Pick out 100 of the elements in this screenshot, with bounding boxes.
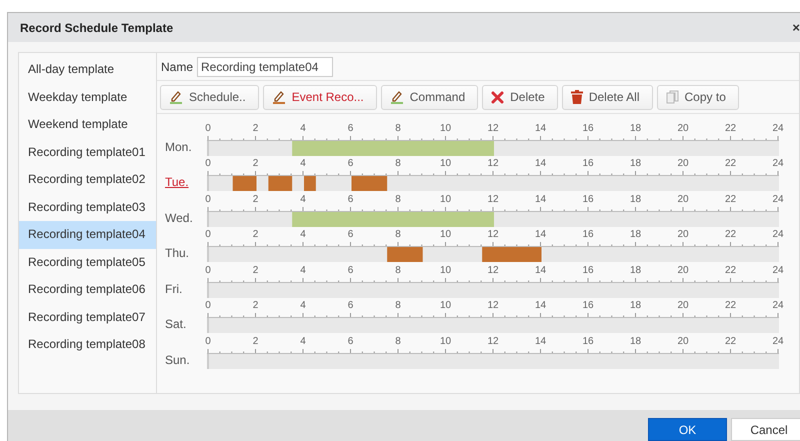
hour-label: 8 bbox=[395, 336, 401, 346]
schedule-segment[interactable] bbox=[387, 247, 423, 262]
hour-label: 22 bbox=[724, 158, 736, 169]
hour-label: 20 bbox=[677, 122, 689, 134]
pencil-icon bbox=[390, 90, 404, 104]
hour-label: 12 bbox=[487, 300, 499, 311]
template-item[interactable]: Recording template02 bbox=[19, 166, 156, 194]
hour-label: 24 bbox=[772, 229, 784, 240]
hour-label: 0 bbox=[205, 264, 211, 276]
timeline-bar[interactable] bbox=[207, 212, 779, 226]
hour-label: 6 bbox=[348, 264, 354, 276]
hour-label: 22 bbox=[724, 194, 736, 204]
dialog-title: Record Schedule Template bbox=[20, 20, 174, 34]
hour-label: 14 bbox=[534, 264, 546, 276]
toolbar-button[interactable]: Delete bbox=[482, 84, 558, 110]
hour-label: 12 bbox=[487, 194, 499, 204]
schedule-segment[interactable] bbox=[292, 212, 494, 226]
hour-label: 12 bbox=[487, 264, 499, 276]
template-item[interactable]: Recording template05 bbox=[19, 248, 156, 276]
hour-label: 20 bbox=[677, 194, 689, 204]
day-label[interactable]: Sun. bbox=[165, 352, 207, 368]
hour-label: 0 bbox=[205, 122, 211, 134]
ok-button[interactable]: OK bbox=[648, 418, 727, 441]
day-label[interactable]: Sat. bbox=[165, 317, 207, 333]
hour-label: 24 bbox=[772, 336, 784, 346]
hour-label: 2 bbox=[252, 158, 258, 169]
template-item[interactable]: All-day template bbox=[19, 56, 156, 84]
hour-label: 12 bbox=[487, 229, 499, 240]
hour-label: 18 bbox=[630, 158, 642, 169]
toolbar-button[interactable]: Copy to bbox=[656, 84, 739, 110]
template-item[interactable]: Recording template08 bbox=[19, 331, 156, 358]
template-item[interactable]: Recording template04 bbox=[19, 221, 156, 248]
hour-label: 22 bbox=[724, 122, 736, 134]
hour-label: 6 bbox=[348, 194, 354, 204]
hour-label: 4 bbox=[300, 122, 306, 134]
template-item[interactable]: Recording template01 bbox=[19, 138, 156, 166]
pencil-icon bbox=[169, 90, 183, 104]
schedule-segment[interactable] bbox=[292, 140, 494, 156]
hour-label: 14 bbox=[534, 122, 546, 134]
hour-label: 20 bbox=[677, 336, 689, 346]
hour-label: 24 bbox=[772, 194, 784, 204]
hour-label: 4 bbox=[300, 264, 306, 276]
toolbar-button[interactable]: Event Reco... bbox=[262, 84, 377, 110]
hour-label: 14 bbox=[534, 336, 546, 346]
hour-label: 16 bbox=[582, 158, 594, 169]
template-item[interactable]: Recording template06 bbox=[19, 276, 156, 304]
hour-label: 2 bbox=[252, 229, 258, 240]
schedule-segment[interactable] bbox=[352, 176, 388, 191]
hour-label: 16 bbox=[582, 336, 594, 346]
day-label[interactable]: Mon. bbox=[165, 140, 207, 156]
hour-label: 2 bbox=[252, 264, 258, 276]
hour-label: 8 bbox=[395, 229, 401, 240]
cancel-button[interactable]: Cancel bbox=[731, 418, 800, 441]
hour-label: 8 bbox=[395, 122, 401, 134]
schedule-segment[interactable] bbox=[482, 247, 542, 262]
hour-label: 4 bbox=[300, 194, 306, 204]
hour-label: 6 bbox=[348, 158, 354, 169]
toolbar-button[interactable]: Delete All bbox=[562, 84, 653, 110]
hour-label: 4 bbox=[300, 300, 306, 311]
hour-label: 2 bbox=[252, 194, 258, 204]
hour-label: 16 bbox=[582, 300, 594, 311]
hour-label: 12 bbox=[487, 336, 499, 346]
timeline-bar[interactable] bbox=[207, 140, 779, 156]
day-label[interactable]: Thu. bbox=[165, 246, 207, 262]
template-item[interactable]: Recording template07 bbox=[19, 304, 156, 331]
hour-label: 20 bbox=[677, 158, 689, 169]
day-label[interactable]: Fri. bbox=[165, 282, 207, 298]
hour-label: 14 bbox=[534, 300, 546, 311]
hour-label: 24 bbox=[772, 300, 784, 311]
hour-label: 8 bbox=[395, 300, 401, 311]
hour-label: 18 bbox=[630, 122, 642, 134]
timeline-bar[interactable] bbox=[207, 354, 779, 368]
timeline-bar[interactable] bbox=[207, 282, 779, 298]
hour-label: 12 bbox=[487, 158, 499, 169]
hour-label: 16 bbox=[582, 122, 594, 134]
template-item[interactable]: Weekday template bbox=[19, 84, 156, 111]
hour-label: 14 bbox=[534, 229, 546, 240]
hour-label: 22 bbox=[724, 229, 736, 240]
schedule-segment[interactable] bbox=[232, 176, 256, 191]
schedule-segment[interactable] bbox=[304, 176, 316, 191]
hour-label: 16 bbox=[582, 229, 594, 240]
close-button[interactable]: × bbox=[792, 20, 800, 35]
hour-label: 4 bbox=[300, 229, 306, 240]
hour-label: 10 bbox=[440, 158, 452, 169]
schedule-segment[interactable] bbox=[268, 176, 292, 191]
hour-label: 8 bbox=[395, 264, 401, 276]
name-field[interactable]: Recording template04 bbox=[197, 56, 334, 76]
toolbar-button[interactable]: Command bbox=[380, 84, 478, 110]
day-label[interactable]: Tue. bbox=[165, 175, 207, 191]
hour-label: 2 bbox=[252, 122, 258, 134]
hour-label: 18 bbox=[630, 194, 642, 204]
timeline-bar[interactable] bbox=[207, 176, 779, 191]
day-label[interactable]: Wed. bbox=[165, 210, 207, 226]
toolbar-button[interactable]: Schedule.. bbox=[160, 84, 259, 110]
template-item[interactable]: Weekend template bbox=[19, 111, 156, 138]
hour-label: 24 bbox=[772, 158, 784, 169]
trash-icon bbox=[570, 90, 583, 104]
template-item[interactable]: Recording template03 bbox=[19, 194, 156, 221]
timeline-bar[interactable] bbox=[207, 247, 779, 262]
hour-label: 8 bbox=[395, 194, 401, 204]
